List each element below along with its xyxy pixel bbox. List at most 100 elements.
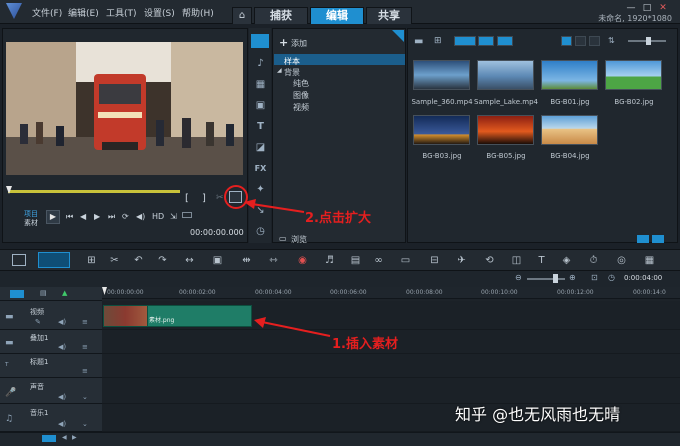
menu-tools[interactable]: 工具(T) (106, 6, 137, 19)
subtitle-icon[interactable]: ▭ (399, 255, 412, 266)
mark-in-button[interactable]: [ (185, 193, 189, 204)
aspect-icon[interactable]: ⇲ (170, 212, 177, 221)
ripple-icon[interactable]: ≡ (82, 367, 88, 375)
thumbnail-6[interactable] (541, 115, 598, 145)
hd-toggle[interactable]: HD (152, 212, 164, 221)
record-icon[interactable]: ◉ (296, 255, 309, 266)
next-frame-icon[interactable]: ▶ (94, 212, 100, 221)
thumbnail-3[interactable] (605, 60, 662, 90)
view-list-button[interactable] (561, 36, 572, 46)
menu-settings[interactable]: 设置(S) (144, 6, 175, 19)
link-icon[interactable]: ∞ (372, 255, 385, 266)
zoom-in-icon[interactable]: ⊕ (569, 273, 576, 282)
motion-track-icon[interactable]: ✈ (455, 255, 468, 266)
ripple-icon[interactable]: ≡ (82, 343, 88, 351)
end-icon[interactable]: ⏭ (108, 212, 115, 222)
mask-icon[interactable]: ◫ (510, 255, 523, 266)
snapshot-icon[interactable]: ▣ (211, 255, 224, 266)
import-icon[interactable]: ⊞ (434, 36, 442, 46)
multi-cam-icon[interactable]: ⊟ (428, 255, 441, 266)
track-lane-title[interactable] (102, 354, 680, 378)
prev-frame-icon[interactable]: ◀ (80, 212, 86, 221)
browse-button-label[interactable]: 浏览 (291, 234, 307, 245)
scrubber-bar[interactable] (8, 190, 180, 193)
instant-project-icon[interactable]: ♪ (254, 58, 267, 70)
thumbnail-5[interactable] (477, 115, 534, 145)
tools-icon[interactable]: ✂ (108, 255, 121, 266)
timeline-view-button[interactable] (38, 252, 70, 268)
play-button[interactable]: ▶ (46, 210, 60, 224)
video-clip-thumbnail[interactable] (103, 305, 148, 327)
tree-item-background[interactable]: 背景 (284, 67, 300, 78)
footer-toggle-icon[interactable] (42, 435, 56, 442)
view-details-button[interactable] (575, 36, 586, 46)
edit-pen-icon[interactable]: ✎ (35, 318, 41, 326)
filter-video-button[interactable] (454, 36, 476, 46)
more-tools-icon[interactable]: ▦ (643, 255, 656, 266)
tree-item-solid[interactable]: 纯色 (293, 78, 309, 89)
loop-icon[interactable]: ⟲ (483, 255, 496, 266)
undo-icon[interactable]: ↶ (132, 255, 145, 266)
menu-edit[interactable]: 编辑(E) (68, 6, 99, 19)
thumbnail-2[interactable] (541, 60, 598, 90)
mute-icon[interactable]: ◀) (58, 393, 66, 401)
folder-icon[interactable]: ▬ (414, 36, 423, 47)
mute-icon[interactable]: ◀) (58, 343, 66, 351)
expand-arrow-icon[interactable]: ◢ (277, 67, 282, 74)
audio-icon[interactable]: ♬ (323, 255, 336, 266)
mute-icon[interactable]: ◀) (58, 318, 66, 326)
tree-item-image[interactable]: 图像 (293, 90, 309, 101)
zoom-slider[interactable] (527, 278, 565, 280)
mode-clip-label[interactable]: 素材 (24, 218, 38, 228)
tab-edit[interactable]: 编辑 (310, 7, 364, 24)
fx-filter-icon[interactable]: FX (254, 163, 267, 175)
stabilize-icon[interactable]: ◎ (615, 255, 628, 266)
repeat-icon[interactable]: ⟳ (122, 212, 129, 221)
mixer-icon[interactable]: ▤ (349, 255, 362, 266)
storyboard-view-icon[interactable] (12, 254, 26, 266)
zoom-out-icon[interactable]: ⊖ (515, 273, 522, 282)
expand-icon[interactable]: ⌄ (82, 393, 88, 401)
mute-icon[interactable]: ◀) (58, 420, 66, 428)
browse-icon[interactable]: ▭ (279, 234, 287, 243)
fit-icon[interactable]: ↔ (183, 255, 196, 266)
scroll-left-icon[interactable]: ◀ (62, 434, 67, 441)
thumbnail-4[interactable] (413, 115, 470, 145)
track-manager-icon[interactable] (10, 290, 24, 298)
panel-toggle-icon[interactable] (637, 235, 649, 243)
safe-area-icon[interactable] (182, 212, 192, 218)
clock-icon[interactable]: ◷ (608, 273, 615, 282)
title-icon[interactable]: T (254, 121, 267, 133)
add-track-icon[interactable]: ⊞ (85, 255, 98, 266)
media-library-icon[interactable] (251, 34, 269, 48)
add-button-label[interactable]: 添加 (291, 38, 307, 49)
home-start-icon[interactable]: ⏮ (66, 212, 73, 222)
menu-file[interactable]: 文件(F) (32, 6, 62, 19)
thumbnail-0[interactable] (413, 60, 470, 90)
redo-icon[interactable]: ↷ (156, 255, 169, 266)
scroll-right-icon[interactable]: ▶ (72, 434, 77, 441)
transition-icon[interactable]: ▦ (254, 79, 267, 91)
add-icon[interactable]: + (279, 36, 288, 49)
volume-icon[interactable]: ◀) (136, 212, 145, 221)
graphic-icon[interactable]: ▣ (254, 100, 267, 112)
menu-help[interactable]: 帮助(H) (182, 6, 214, 19)
add-chapter-icon[interactable]: ▲ (62, 289, 67, 297)
home-tab-icon[interactable]: ⌂ (232, 7, 252, 24)
ripple-icon[interactable]: ≡ (82, 318, 88, 326)
tree-item-video[interactable]: 视频 (293, 102, 309, 113)
text-tool-icon[interactable]: T (535, 255, 548, 266)
mark-out-button[interactable]: ] (202, 193, 206, 204)
overlay-icon[interactable]: ◪ (254, 142, 267, 154)
tree-item-samples[interactable]: 样本 (284, 56, 300, 67)
panel-layout-icon[interactable] (652, 235, 664, 243)
speed-icon[interactable]: ⏱ (587, 255, 600, 266)
view-grid-button[interactable] (589, 36, 600, 46)
chapter-icon[interactable]: ▤ (40, 289, 47, 297)
tab-share[interactable]: 共享 (366, 7, 412, 24)
split-clip-icon[interactable]: ⇹ (240, 255, 253, 266)
fit-project-icon[interactable]: ⊡ (591, 273, 598, 282)
color-grade-icon[interactable]: ◈ (560, 255, 573, 266)
expand-icon[interactable]: ⌄ (82, 420, 88, 428)
filter-image-button[interactable] (478, 36, 494, 46)
